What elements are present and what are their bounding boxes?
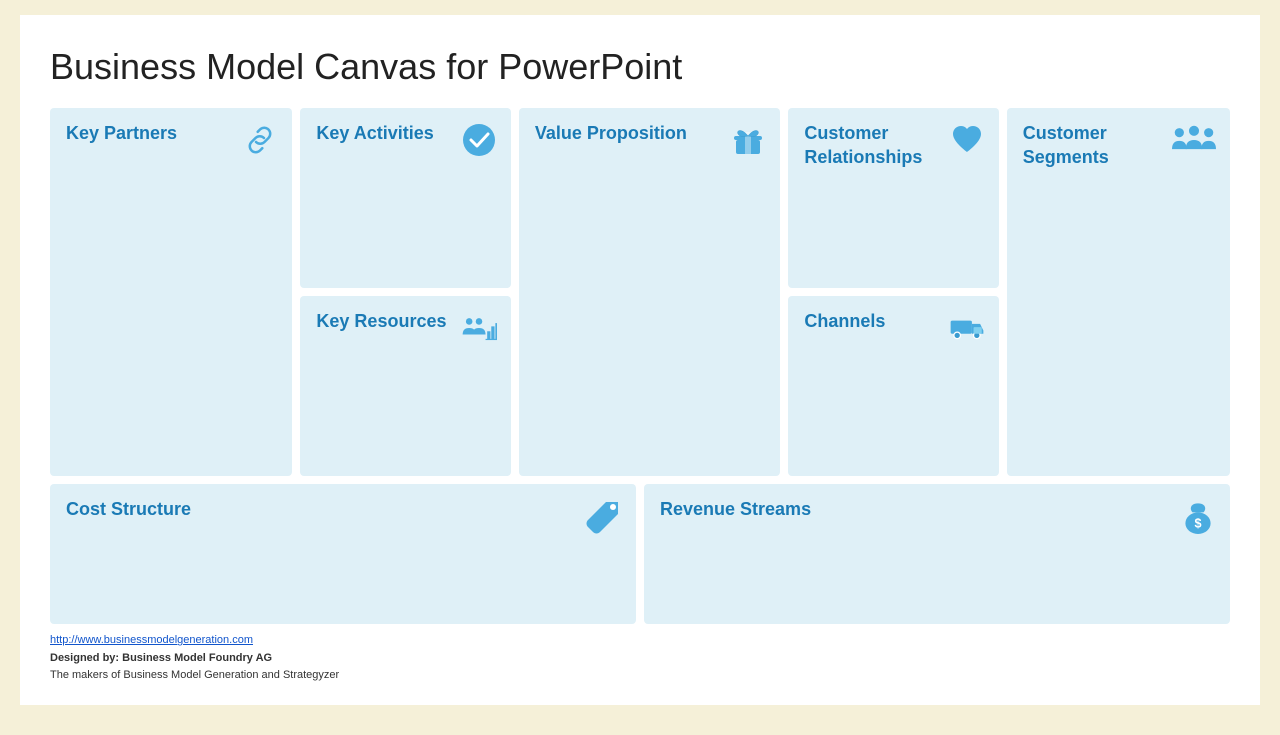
- svg-text:$: $: [1194, 517, 1201, 531]
- value-proposition-title: Value Proposition: [535, 122, 707, 145]
- canvas-area: Key Partners Key Activities: [50, 108, 1230, 624]
- people-group-icon: [1172, 122, 1216, 158]
- customer-relationships-cell: Customer Relationships: [788, 108, 998, 288]
- checkmark-icon: [461, 122, 497, 158]
- slide: Business Model Canvas for PowerPoint Key…: [20, 15, 1260, 705]
- key-resources-title: Key Resources: [316, 310, 450, 333]
- revenue-streams-title: Revenue Streams: [660, 498, 1076, 521]
- cost-structure-cell: Cost Structure: [50, 484, 636, 624]
- footer: http://www.businessmodelgeneration.com D…: [50, 632, 1230, 685]
- revenue-streams-cell: Revenue Streams $: [644, 484, 1230, 624]
- money-bag-icon: $: [1180, 498, 1216, 534]
- gift-icon: [730, 122, 766, 158]
- customer-segments-cell: Customer Segments: [1007, 108, 1230, 476]
- footer-designed-by: Designed by: Business Model Foundry AG: [50, 652, 272, 664]
- bottom-row: Cost Structure Revenue Streams $: [50, 484, 1230, 624]
- customer-relationships-title: Customer Relationships: [804, 122, 938, 169]
- page-title: Business Model Canvas for PowerPoint: [50, 45, 1230, 88]
- crm-channels-column: Customer Relationships Channels: [788, 108, 998, 476]
- key-activities-cell: Key Activities: [300, 108, 510, 288]
- link-icon: [242, 122, 278, 158]
- key-activities-title: Key Activities: [316, 122, 450, 145]
- people-bar-icon: [461, 310, 497, 346]
- top-row: Key Partners Key Activities: [50, 108, 1230, 476]
- customer-segments-title: Customer Segments: [1023, 122, 1166, 169]
- channels-title: Channels: [804, 310, 938, 333]
- heart-icon: [949, 122, 985, 158]
- key-partners-cell: Key Partners: [50, 108, 292, 476]
- tag-icon: [586, 498, 622, 534]
- key-partners-title: Key Partners: [66, 122, 224, 145]
- truck-icon: [949, 310, 985, 346]
- footer-url[interactable]: http://www.businessmodelgeneration.com: [50, 634, 253, 646]
- value-proposition-cell: Value Proposition: [519, 108, 781, 476]
- activities-resources-column: Key Activities Key Resources: [300, 108, 510, 476]
- channels-cell: Channels: [788, 296, 998, 476]
- cost-structure-title: Cost Structure: [66, 498, 482, 521]
- footer-tagline: The makers of Business Model Generation …: [50, 669, 339, 681]
- key-resources-cell: Key Resources: [300, 296, 510, 476]
